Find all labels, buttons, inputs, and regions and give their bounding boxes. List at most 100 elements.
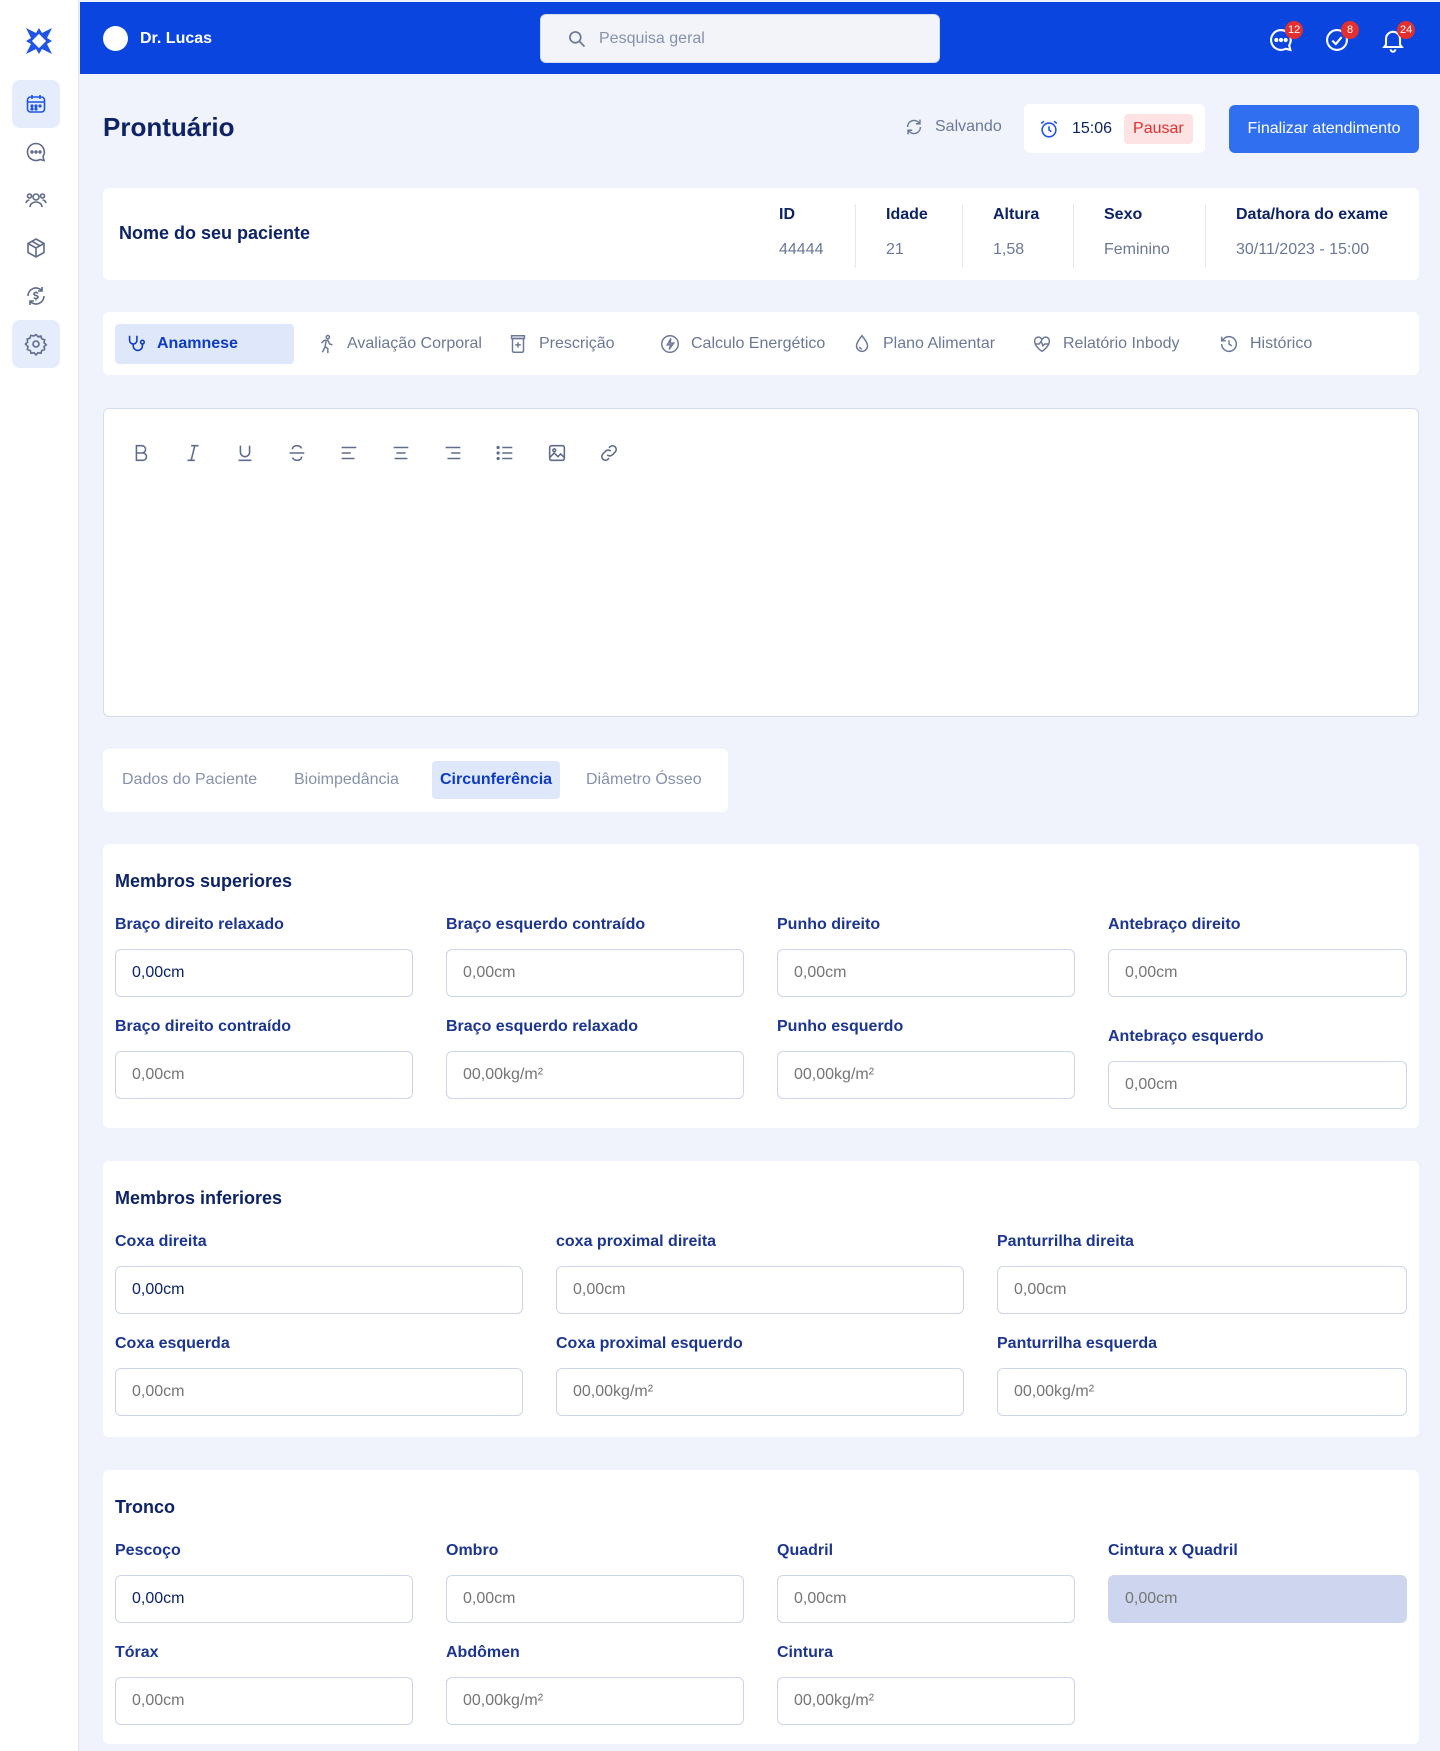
tab-calculo-energetico[interactable]: Calculo Energético xyxy=(659,324,825,364)
field-panturrilha-direita: Panturrilha direita xyxy=(997,1233,1407,1314)
notifications-button[interactable]: 24 xyxy=(1379,21,1416,54)
sidebar-item-settings[interactable] xyxy=(12,320,60,368)
page-title: Prontuário xyxy=(103,112,235,142)
tab-avaliacao-corporal[interactable]: Avaliação Corporal xyxy=(315,324,482,364)
tab-label: Anamnese xyxy=(157,335,238,352)
bold-button[interactable] xyxy=(129,441,153,465)
coxa-esquerda-input[interactable] xyxy=(115,1368,523,1416)
session-timer: 15:06 Pausar xyxy=(1024,104,1205,153)
italic-button[interactable] xyxy=(181,441,205,465)
patient-sex: Sexo Feminino xyxy=(1073,204,1205,268)
field-label: Braço esquerdo relaxado xyxy=(446,1018,639,1035)
link-button[interactable] xyxy=(597,441,621,465)
image-button[interactable] xyxy=(545,441,569,465)
tab-prescricao[interactable]: Prescrição xyxy=(507,324,615,364)
ombro-input[interactable] xyxy=(446,1575,744,1623)
coxa-proximal-direita-input[interactable] xyxy=(556,1266,964,1314)
calendar-icon xyxy=(26,95,46,113)
tab-historico[interactable]: Histórico xyxy=(1218,324,1312,364)
braco-direito-contraido-input[interactable] xyxy=(115,1051,413,1099)
antebraco-direito-input[interactable] xyxy=(1108,949,1407,997)
messages-button[interactable]: 12 xyxy=(1267,21,1304,54)
lower-limbs-section: Membros inferiores Coxa direita coxa pro… xyxy=(103,1161,1419,1437)
field-label: Quadril xyxy=(777,1542,834,1559)
exchange-icon xyxy=(27,287,45,305)
section-title: Membros inferiores xyxy=(115,1188,283,1208)
field-torax: Tórax xyxy=(115,1644,413,1725)
subtab-diametro-osseo[interactable]: Diâmetro Ósseo xyxy=(586,761,702,799)
field-coxa-proximal-esquerdo: Coxa proximal esquerdo xyxy=(556,1335,964,1416)
field-antebraco-esquerdo: Antebraço esquerdo xyxy=(1108,1028,1407,1109)
link-icon xyxy=(601,445,617,461)
field-label: Cintura x Quadril xyxy=(1108,1542,1238,1559)
coxa-direita-input[interactable] xyxy=(115,1266,523,1314)
search-placeholder: Pesquisa geral xyxy=(599,29,705,47)
braco-direito-relaxado-input[interactable] xyxy=(115,949,413,997)
tasks-button[interactable]: 8 xyxy=(1323,21,1359,54)
subtab-circunferencia[interactable]: Circunferência xyxy=(432,761,561,799)
quadril-input[interactable] xyxy=(777,1575,1075,1623)
user-name: Dr. Lucas xyxy=(140,29,213,47)
finish-appointment-button[interactable]: Finalizar atendimento xyxy=(1229,105,1419,153)
underline-icon xyxy=(238,445,252,462)
upper-limbs-section: Membros superiores Braço direito relaxad… xyxy=(103,844,1419,1128)
patient-age-label: Idade xyxy=(886,206,928,223)
punho-direito-input[interactable] xyxy=(777,949,1075,997)
torax-input[interactable] xyxy=(115,1677,413,1725)
patient-name[interactable]: Nome do seu paciente xyxy=(119,223,310,244)
align-center-icon xyxy=(393,446,409,460)
app-logo-icon[interactable] xyxy=(22,24,56,58)
braco-esquerdo-contraido-input[interactable] xyxy=(446,949,744,997)
punho-esquerdo-input[interactable] xyxy=(777,1051,1075,1099)
subtab-dados-do-paciente[interactable]: Dados do Paciente xyxy=(122,761,257,799)
braco-esquerdo-relaxado-input[interactable] xyxy=(446,1051,744,1099)
abdomen-input[interactable] xyxy=(446,1677,744,1725)
tab-anamnese[interactable]: Anamnese xyxy=(115,324,294,364)
antebraco-esquerdo-input[interactable] xyxy=(1108,1061,1407,1109)
align-center-button[interactable] xyxy=(389,441,413,465)
underline-button[interactable] xyxy=(233,441,257,465)
image-icon xyxy=(548,444,566,462)
measurement-tabs: Dados do Paciente Bioimpedância Circunfe… xyxy=(103,749,728,812)
field-label: Pescoço xyxy=(115,1542,181,1559)
sidebar-item-finance[interactable] xyxy=(12,272,60,320)
field-label: Abdômen xyxy=(446,1644,520,1661)
patient-age-value: 21 xyxy=(886,241,904,258)
field-pescoco: Pescoço xyxy=(115,1542,413,1623)
tab-label: Calculo Energético xyxy=(691,335,826,352)
tab-plano-alimentar[interactable]: Plano Alimentar xyxy=(851,324,995,364)
align-left-icon xyxy=(341,446,357,460)
medicine-icon xyxy=(510,335,526,353)
cintura-input[interactable] xyxy=(777,1677,1075,1725)
pescoco-input[interactable] xyxy=(115,1575,413,1623)
tasks-badge: 8 xyxy=(1341,21,1359,39)
field-label: Cintura xyxy=(777,1644,833,1661)
panturrilha-esquerda-input[interactable] xyxy=(997,1368,1407,1416)
field-cintura: Cintura xyxy=(777,1644,1075,1725)
tab-relatorio-inbody[interactable]: Relatório Inbody xyxy=(1031,324,1180,364)
patient-id-label: ID xyxy=(779,206,795,223)
patient-height: Altura 1,58 xyxy=(962,204,1073,268)
align-left-button[interactable] xyxy=(337,441,361,465)
field-label: Ombro xyxy=(446,1542,499,1559)
sidebar-item-chat[interactable] xyxy=(12,128,60,176)
coxa-proximal-esquerdo-input[interactable] xyxy=(556,1368,964,1416)
search-input[interactable]: Pesquisa geral xyxy=(540,14,940,63)
anamnese-editor[interactable] xyxy=(103,408,1419,717)
user-menu[interactable]: Dr. Lucas xyxy=(103,26,212,51)
strikethrough-button[interactable] xyxy=(285,441,309,465)
pause-button[interactable]: Pausar xyxy=(1124,113,1193,144)
list-button[interactable] xyxy=(493,441,517,465)
sidebar-item-patients[interactable] xyxy=(12,176,60,224)
tab-label: Histórico xyxy=(1250,335,1313,352)
align-right-button[interactable] xyxy=(441,441,465,465)
sidebar-item-calendar[interactable] xyxy=(12,80,60,128)
patient-id-value: 44444 xyxy=(779,241,824,258)
sidebar-item-products[interactable] xyxy=(12,224,60,272)
search-icon xyxy=(569,30,586,47)
sync-icon xyxy=(906,119,922,135)
panturrilha-direita-input[interactable] xyxy=(997,1266,1407,1314)
subtab-bioimpedancia[interactable]: Bioimpedância xyxy=(294,761,399,799)
field-braco-esquerdo-relaxado: Braço esquerdo relaxado xyxy=(446,1018,744,1099)
stethoscope-icon xyxy=(128,335,146,352)
